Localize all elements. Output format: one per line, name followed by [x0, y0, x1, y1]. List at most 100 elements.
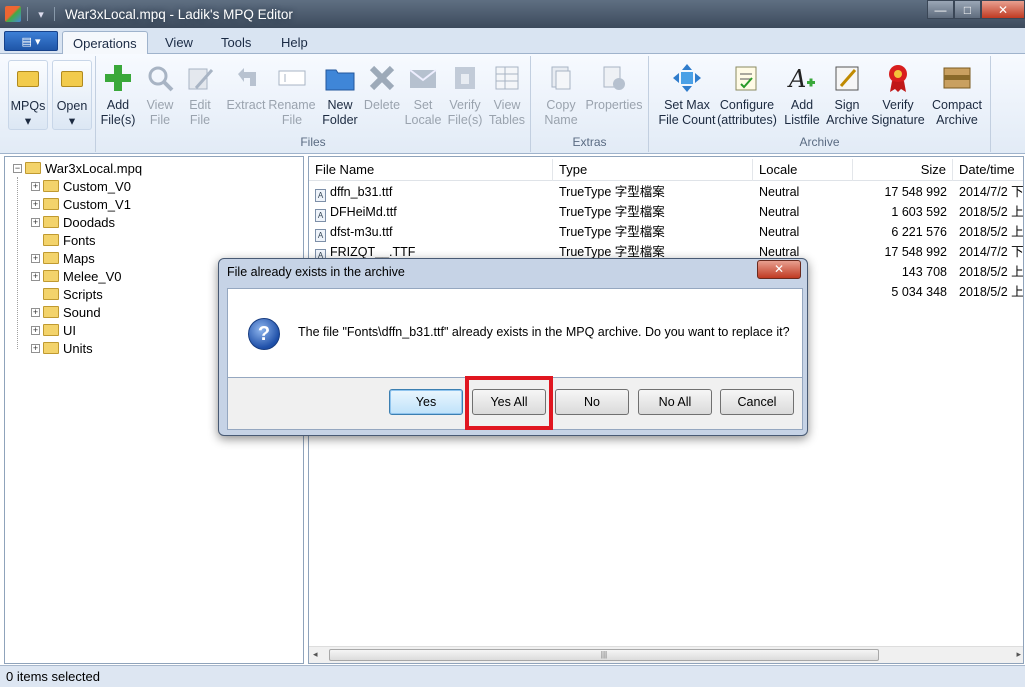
button-label: Add — [106, 98, 130, 112]
tree-item-custom-v0[interactable]: + Custom_V0 — [31, 177, 131, 195]
table-row[interactable]: Adfst-m3u.ttf TrueType 字型檔案 Neutral 6 22… — [309, 222, 1023, 242]
mpqs-button[interactable]: MPQs ▾ — [8, 60, 48, 130]
maximize-button[interactable]: □ — [954, 0, 981, 19]
yes-button[interactable]: Yes — [389, 389, 463, 415]
ribbon-tab-bar: ▤ ▾ Operations View Tools Help — [0, 28, 1025, 55]
app-icon[interactable] — [5, 6, 21, 22]
column-header-date-time[interactable]: Date/time — [953, 159, 1023, 181]
delete-button[interactable]: Delete — [362, 60, 402, 113]
add-listfile-button[interactable]: A Add Listfile — [781, 60, 823, 128]
add-files-button[interactable]: Add File(s) — [100, 60, 136, 128]
new-folder-icon — [324, 62, 356, 94]
verify-files-button[interactable]: Verify File(s) — [444, 60, 486, 128]
configure-icon — [731, 62, 763, 94]
button-label: Folder — [322, 113, 358, 127]
file-name: FRIZQT__.TTF — [330, 245, 416, 259]
expand-icon[interactable]: + — [31, 181, 40, 191]
file-date-cell: 2014/7/2 下 — [959, 185, 1024, 199]
button-label: File — [281, 113, 303, 127]
table-row[interactable]: Adffn_b31.ttf TrueType 字型檔案 Neutral 17 5… — [309, 182, 1024, 202]
button-label: File(s) — [100, 113, 136, 127]
folder-icon — [43, 288, 59, 300]
sign-archive-button[interactable]: Sign Archive — [825, 60, 869, 128]
edit-file-button[interactable]: Edit File — [182, 60, 218, 128]
button-label: Listfile — [784, 113, 820, 127]
table-row[interactable]: A DFHeiMd.ttf TrueType 字型檔案 Neutral 1 603… — [309, 202, 1023, 222]
verify-signature-button[interactable]: Verify Signature — [871, 60, 925, 128]
yes-all-button[interactable]: Yes All — [472, 389, 546, 415]
expand-icon[interactable]: + — [31, 307, 40, 317]
file-date-cell: 2018/5/2 上 — [959, 285, 1024, 299]
column-header-locale[interactable]: Locale — [753, 159, 853, 181]
expand-icon[interactable]: + — [31, 217, 40, 227]
button-label: Verify — [449, 98, 481, 112]
tables-icon — [491, 62, 523, 94]
copy-name-button[interactable]: Copy Name — [539, 60, 583, 128]
expand-icon[interactable]: + — [31, 271, 40, 281]
file-size-cell: 5 034 348 — [891, 285, 947, 299]
rename-file-button[interactable]: Rename File — [268, 60, 316, 128]
chevron-down-icon: ▾ — [68, 114, 76, 128]
tab-operations[interactable]: Operations — [62, 31, 148, 55]
expand-icon[interactable]: + — [31, 199, 40, 209]
view-file-button[interactable]: View File — [142, 60, 178, 128]
extract-button[interactable]: Extract — [224, 60, 268, 113]
tree-item-scripts[interactable]: Scripts — [43, 285, 103, 303]
set-max-file-count-button[interactable]: Set Max File Count — [655, 60, 719, 128]
collapse-icon[interactable]: − — [13, 163, 22, 173]
view-tables-button[interactable]: View Tables — [486, 60, 528, 128]
quick-access-dropdown-icon[interactable]: ▾ — [34, 8, 48, 21]
expand-icon[interactable]: + — [31, 325, 40, 335]
scrollbar-thumb[interactable]: ||| — [329, 649, 879, 661]
dialog-close-button[interactable]: ✕ — [757, 260, 801, 279]
application-menu-button[interactable]: ▤ ▾ — [4, 31, 58, 51]
close-button[interactable]: ✕ — [981, 0, 1025, 19]
tree-item-melee-v0[interactable]: + Melee_V0 — [31, 267, 122, 285]
button-label: New — [327, 98, 353, 112]
open-button[interactable]: Open ▾ — [52, 60, 92, 130]
button-label: Rename — [268, 98, 316, 112]
tree-item-fonts[interactable]: Fonts — [43, 231, 96, 249]
expand-icon[interactable]: + — [31, 343, 40, 353]
new-folder-button[interactable]: New Folder — [318, 60, 362, 128]
configure-attributes-button[interactable]: Configure (attributes) — [717, 60, 777, 128]
scroll-left-icon[interactable]: ◂ — [313, 649, 318, 660]
button-label: Extract — [226, 98, 266, 112]
tree-label: War3xLocal.mpq — [45, 160, 143, 176]
sign-icon — [831, 62, 863, 94]
tree-item-maps[interactable]: + Maps — [31, 249, 95, 267]
chevron-down-icon: ▾ — [24, 114, 32, 128]
cancel-button[interactable]: Cancel — [720, 389, 794, 415]
minimize-button[interactable]: — — [927, 0, 954, 19]
column-header-type[interactable]: Type — [553, 159, 753, 181]
scroll-right-icon[interactable]: ▸ — [1016, 649, 1021, 660]
tab-tools[interactable]: Tools — [211, 31, 261, 54]
compact-archive-button[interactable]: Compact Archive — [927, 60, 987, 128]
no-all-button[interactable]: No All — [638, 389, 712, 415]
expand-icon[interactable]: + — [31, 253, 40, 263]
tree-item-custom-v1[interactable]: + Custom_V1 — [31, 195, 131, 213]
tree-item-units[interactable]: + Units — [31, 339, 93, 357]
tree-item-sound[interactable]: + Sound — [31, 303, 101, 321]
tree-item-ui[interactable]: + UI — [31, 321, 76, 339]
tab-view[interactable]: View — [155, 31, 203, 54]
font-file-icon: A — [315, 189, 326, 202]
font-file-icon: A — [315, 229, 326, 242]
tab-help[interactable]: Help — [271, 31, 318, 54]
no-button[interactable]: No — [555, 389, 629, 415]
horizontal-scrollbar[interactable]: ◂ ||| ▸ — [309, 646, 1023, 663]
button-label: File Count — [658, 113, 716, 127]
file-type-cell: TrueType 字型檔案 — [559, 185, 665, 199]
tree-root[interactable]: − War3xLocal.mpq — [13, 159, 142, 177]
file-type-cell: TrueType 字型檔案 — [559, 225, 665, 239]
properties-icon — [598, 62, 630, 94]
set-locale-button[interactable]: Set Locale — [402, 60, 444, 128]
file-name: dfst-m3u.ttf — [330, 225, 393, 239]
properties-button[interactable]: Properties — [583, 60, 645, 113]
replace-file-dialog: File already exists in the archive ✕ ? T… — [218, 258, 808, 436]
column-header-file-name[interactable]: File Name — [309, 159, 553, 181]
file-size-cell: 17 548 992 — [884, 245, 947, 259]
tree-item-doodads[interactable]: + Doodads — [31, 213, 115, 231]
tree-label: Maps — [63, 250, 95, 266]
column-header-size[interactable]: Size — [853, 159, 953, 181]
